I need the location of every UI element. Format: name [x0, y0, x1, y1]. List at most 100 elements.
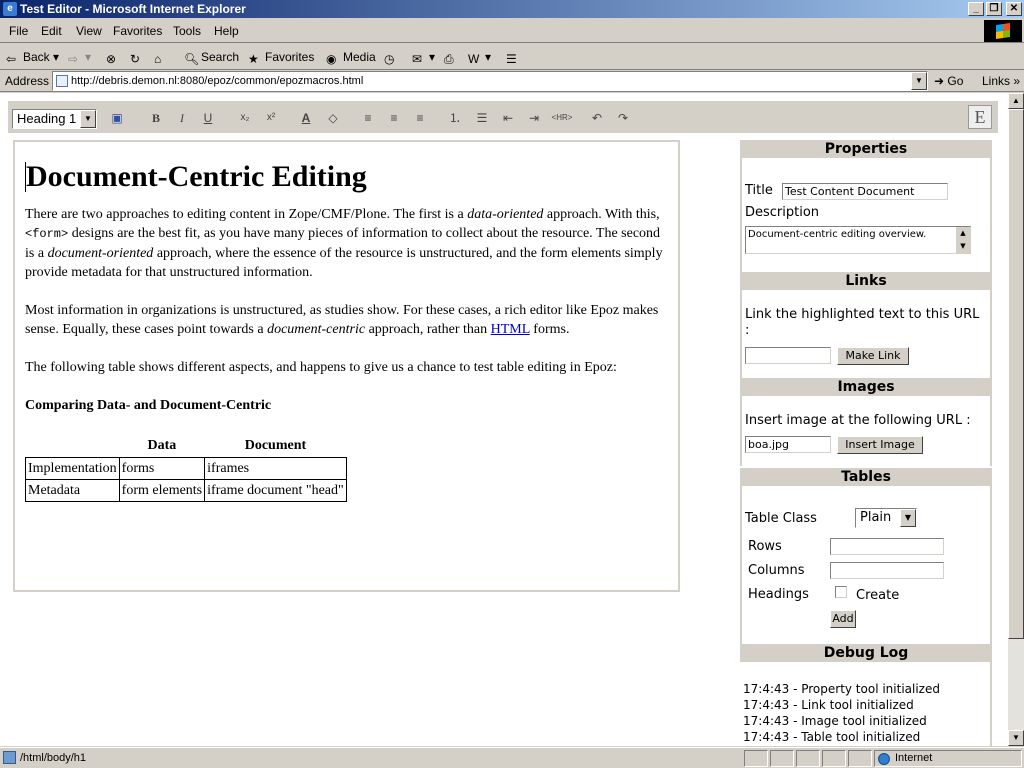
address-dropdown-icon[interactable]: ▼ — [911, 72, 927, 90]
menu-help[interactable]: Help — [214, 24, 239, 38]
image-url-input[interactable]: boa.jpg — [745, 436, 831, 453]
indent-icon[interactable]: ⇥ — [525, 109, 543, 127]
status-path: /html/body/h1 — [20, 752, 87, 764]
links-button[interactable]: Links » — [982, 74, 1020, 88]
comparison-table[interactable]: Data Document Implementation forms ifram… — [25, 434, 347, 502]
search-button[interactable]: 🔍︎ Search — [184, 49, 239, 66]
undo-icon[interactable]: ↶ — [588, 109, 606, 127]
table-class-select[interactable]: Plain ▼ — [855, 508, 917, 528]
favorites-button[interactable]: ★ Favorites — [248, 49, 314, 66]
italic-button[interactable]: I — [173, 109, 191, 127]
text-color-icon[interactable]: A — [297, 109, 315, 127]
favorites-icon: ★ — [248, 51, 259, 66]
status-pane — [796, 750, 820, 767]
rows-input[interactable] — [830, 538, 944, 555]
align-left-icon[interactable]: ≡ — [359, 109, 377, 127]
subscript-icon[interactable]: x₂ — [236, 109, 254, 127]
style-select[interactable]: Heading 1 ▼ — [12, 109, 97, 129]
highlight-color-icon[interactable]: ◇ — [324, 109, 342, 127]
add-table-button[interactable]: Add — [830, 610, 856, 628]
vertical-scrollbar[interactable]: ▲ ▼ — [1008, 93, 1024, 746]
forward-button[interactable]: ⇨ ▾ — [68, 49, 91, 66]
log-line: 17:4:43 - Property tool initialized — [743, 682, 940, 696]
scrollbar-thumb[interactable] — [1008, 109, 1024, 639]
menu-favorites[interactable]: Favorites — [113, 24, 162, 38]
refresh-button[interactable]: ↻ — [130, 49, 147, 66]
paragraph-3: The following table shows different aspe… — [25, 360, 617, 375]
horizontal-rule-button[interactable]: <HR> — [550, 109, 574, 127]
title-label: Title — [745, 183, 773, 198]
columns-label: Columns — [748, 563, 805, 578]
headings-checkbox[interactable] — [835, 586, 847, 598]
align-center-icon[interactable]: ≡ — [385, 109, 403, 127]
forward-arrow-icon: ⇨ — [68, 51, 79, 66]
properties-heading: Properties — [740, 140, 992, 158]
address-label: Address — [5, 74, 50, 88]
menu-file[interactable]: File — [9, 24, 28, 38]
go-button[interactable]: ➜ Go — [934, 74, 963, 88]
status-pane — [770, 750, 794, 767]
discuss-button[interactable]: ☰ — [506, 49, 523, 66]
menu-edit[interactable]: Edit — [41, 24, 62, 38]
create-label: Create — [856, 588, 900, 603]
table-title: Comparing Data- and Document-Centric — [25, 398, 272, 413]
stop-icon: ⊗ — [106, 51, 117, 66]
tables-heading: Tables — [740, 468, 992, 486]
back-button[interactable]: ⇦ Back ▾ — [6, 49, 59, 66]
images-instruction: Insert image at the following URL : — [745, 413, 971, 428]
status-bar: /html/body/h1 Internet — [0, 747, 1024, 768]
print-button[interactable]: ⎙ — [444, 49, 461, 66]
back-arrow-icon: ⇦ — [6, 51, 17, 66]
columns-input[interactable] — [830, 562, 944, 579]
address-bar: Address http://debris.demon.nl:8080/epoz… — [0, 70, 1024, 92]
history-button[interactable]: ◷ — [384, 49, 401, 66]
table-header-row: Data Document — [147, 438, 307, 453]
menu-tools[interactable]: Tools — [173, 24, 201, 38]
scroll-down-icon[interactable]: ▼ — [1008, 730, 1024, 746]
make-link-button[interactable]: Make Link — [837, 347, 909, 365]
history-icon: ◷ — [384, 51, 395, 66]
save-icon[interactable]: ▣ — [108, 109, 126, 127]
paragraph-1: There are two approaches to editing cont… — [25, 207, 663, 280]
menu-view[interactable]: View — [76, 24, 102, 38]
menu-bar: File Edit View Favorites Tools Help — [0, 19, 1024, 43]
document-editor[interactable]: Document-Centric Editing There are two a… — [13, 140, 680, 592]
scroll-up-icon[interactable]: ▲ — [1008, 93, 1024, 109]
ordered-list-icon[interactable]: ⒈ — [446, 109, 464, 127]
close-button[interactable]: ✕ — [1006, 2, 1022, 16]
bold-button[interactable]: B — [147, 109, 165, 127]
page-icon — [56, 75, 68, 87]
security-zone: Internet — [874, 750, 1022, 767]
edit-button[interactable]: W ▾ — [468, 49, 491, 66]
media-button[interactable]: ◉ Media — [326, 49, 376, 66]
status-pane — [744, 750, 768, 767]
link-url-input[interactable] — [745, 347, 831, 364]
search-icon: 🔍︎ — [184, 51, 200, 66]
stop-button[interactable]: ⊗ — [106, 49, 123, 66]
unordered-list-icon[interactable]: ☰ — [473, 109, 491, 127]
textarea-scroll-icon[interactable]: ▲ ▼ — [956, 227, 970, 253]
home-button[interactable]: ⌂ — [154, 49, 171, 66]
media-icon: ◉ — [326, 51, 337, 66]
align-right-icon[interactable]: ≡ — [411, 109, 429, 127]
minimize-button[interactable]: _ — [968, 2, 984, 16]
redo-icon[interactable]: ↷ — [614, 109, 632, 127]
description-textarea[interactable]: Document-centric editing overview. ▲ ▼ — [745, 226, 971, 254]
standard-toolbar: ⇦ Back ▾ ⇨ ▾ ⊗ ↻ ⌂ 🔍︎ Search ★ Favorites ◉ Me… — [0, 44, 1024, 70]
debug-heading: Debug Log — [740, 644, 992, 662]
address-input[interactable]: http://debris.demon.nl:8080/epoz/common/… — [52, 71, 928, 91]
discuss-icon: ☰ — [506, 51, 517, 66]
insert-image-button[interactable]: Insert Image — [837, 436, 923, 454]
outdent-icon[interactable]: ⇤ — [499, 109, 517, 127]
chevron-down-icon[interactable]: ▼ — [80, 110, 96, 128]
title-input[interactable]: Test Content Document — [782, 183, 948, 200]
superscript-icon[interactable]: x² — [262, 109, 280, 127]
print-icon: ⎙ — [444, 51, 454, 66]
maximize-button[interactable]: ❐ — [986, 2, 1002, 16]
globe-icon — [878, 753, 890, 765]
chevron-down-icon[interactable]: ▼ — [900, 509, 916, 527]
title-bar: e Test Editor - Microsoft Internet Explo… — [0, 0, 1024, 18]
mail-button[interactable]: ✉ ▾ — [412, 49, 435, 66]
html-link[interactable]: HTML — [491, 322, 530, 337]
underline-button[interactable]: U — [199, 109, 217, 127]
